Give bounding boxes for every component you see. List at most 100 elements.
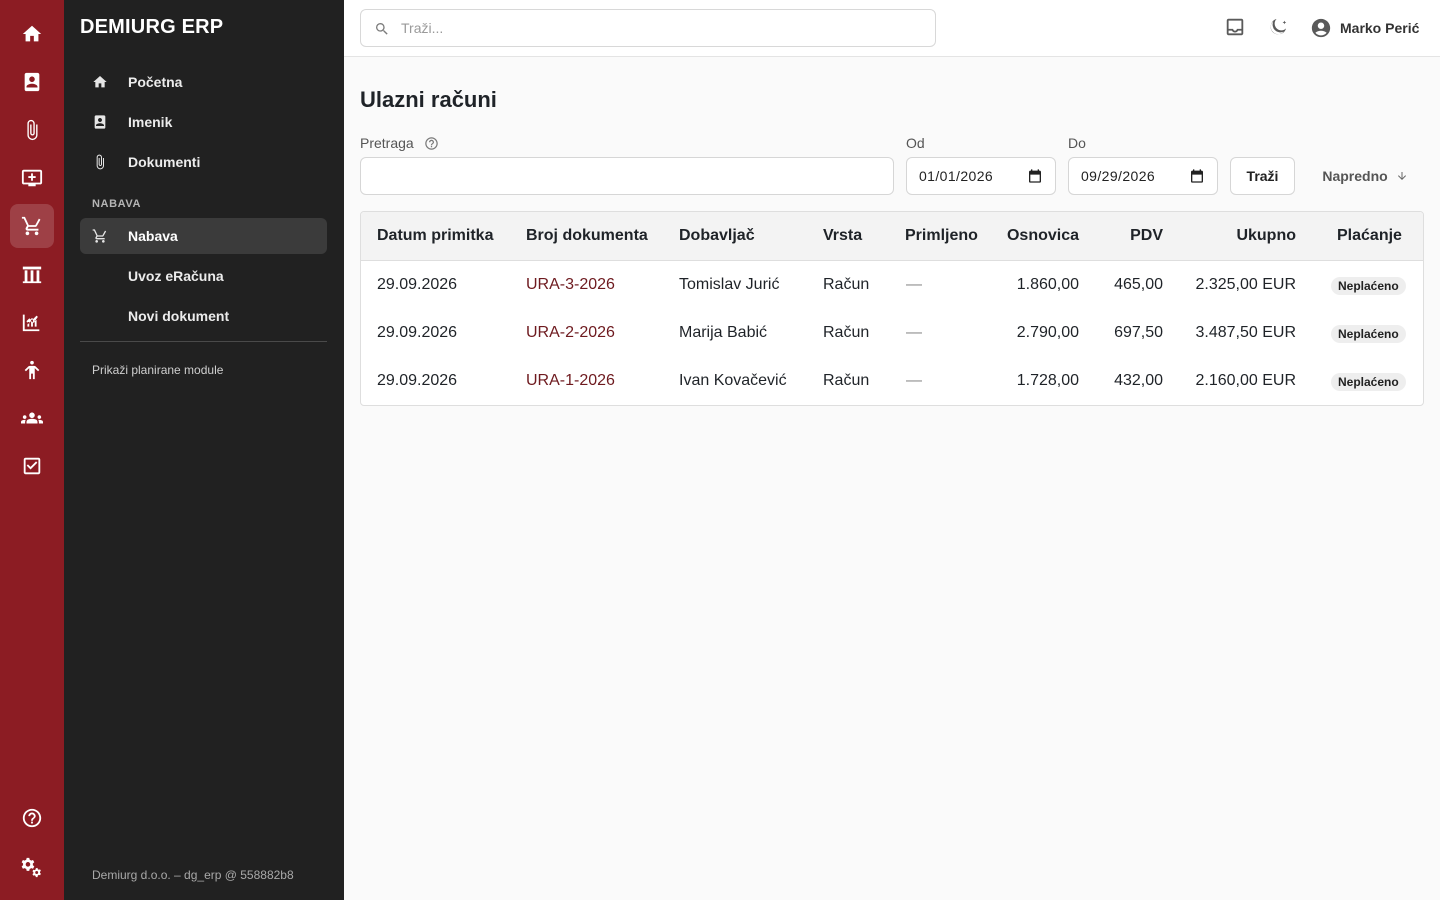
contacts-icon — [92, 114, 108, 130]
sidebar-item-label: Novi dokument — [128, 308, 230, 324]
table-row[interactable]: 29.09.2026 URA-3-2026 Tomislav Jurić Rač… — [361, 261, 1423, 309]
sidebar-item-pocetna[interactable]: Početna — [80, 64, 327, 100]
col-vrsta[interactable]: Vrsta — [823, 227, 862, 245]
sidebar-divider — [80, 341, 327, 342]
cell-type: Račun — [823, 276, 870, 293]
search-filter-field[interactable] — [360, 157, 894, 195]
search-button[interactable]: Traži — [1230, 157, 1295, 195]
col-primljeno[interactable]: Primljeno — [905, 227, 978, 245]
sidebar-item-label: Uvoz eRačuna — [128, 268, 224, 284]
rail-chart-icon[interactable] — [10, 300, 54, 344]
cell-vat: 697,50 — [1114, 324, 1163, 341]
rail-home-icon[interactable] — [10, 12, 54, 56]
cell-base: 2.790,00 — [1016, 324, 1079, 341]
calendar-icon[interactable] — [1027, 168, 1043, 184]
sidebar-item-uvoz-eracuna[interactable]: Uvoz eRačuna — [80, 258, 327, 294]
cell-supplier: Marija Babić — [679, 324, 768, 341]
table-row[interactable]: 29.09.2026 URA-1-2026 Ivan Kovačević Rač… — [361, 357, 1423, 405]
arrow-down-icon — [1397, 172, 1406, 180]
date-to-field[interactable]: 09/29/2026 — [1068, 157, 1218, 195]
global-search-input[interactable] — [401, 10, 921, 46]
sidebar-item-label: Nabava — [128, 228, 178, 244]
sidebar-item-novi-dokument[interactable]: Novi dokument — [80, 298, 327, 334]
cell-received: — — [906, 276, 922, 293]
rail-attachment-icon[interactable] — [10, 108, 54, 152]
rail-person-icon[interactable] — [10, 348, 54, 392]
sidebar-item-dokumenti[interactable]: Dokumenti — [80, 144, 327, 180]
col-osnovica[interactable]: Osnovica — [1007, 227, 1079, 245]
inbox-tray-icon[interactable] — [1224, 16, 1248, 40]
calendar-icon[interactable] — [1189, 168, 1205, 184]
col-datum-primitka[interactable]: Datum primitka — [377, 227, 493, 245]
cell-document-link[interactable]: URA-2-2026 — [526, 324, 615, 342]
status-badge: Neplaćeno — [1331, 277, 1406, 295]
attachment-icon — [92, 154, 108, 170]
table-header: Datum primitka Broj dokumenta Dobavljač … — [361, 212, 1423, 261]
search-filter-label: Pretraga — [360, 135, 439, 151]
cell-total: 3.487,50 EUR — [1195, 324, 1296, 341]
dark-mode-icon[interactable] — [1267, 16, 1291, 40]
date-from-field[interactable]: 01/01/2026 — [906, 157, 1056, 195]
brand-title: DEMIURG ERP — [80, 16, 224, 38]
help-circle-icon[interactable] — [424, 136, 439, 151]
date-from-value: 01/01/2026 — [919, 168, 994, 184]
cell-received: — — [906, 372, 922, 389]
status-badge: Neplaćeno — [1331, 373, 1406, 391]
sidebar: DEMIURG ERP Početna Imenik Dokumenti NAB… — [64, 0, 344, 900]
user-menu[interactable]: Marko Perić — [1310, 16, 1419, 40]
cell-base: 1.728,00 — [1016, 372, 1079, 389]
cell-supplier: Ivan Kovačević — [679, 372, 787, 389]
account-circle-icon — [1311, 18, 1331, 38]
show-planned-modules-link[interactable]: Prikaži planirane module — [92, 363, 223, 377]
status-badge: Neplaćeno — [1331, 325, 1406, 343]
global-search[interactable] — [360, 9, 936, 47]
rail-contacts-icon[interactable] — [10, 60, 54, 104]
advanced-button[interactable]: Napredno — [1315, 157, 1415, 195]
rail-cart-icon[interactable] — [10, 204, 54, 248]
date-to-value: 09/29/2026 — [1081, 168, 1156, 184]
date-to-label: Do — [1068, 135, 1086, 151]
col-dobavljac[interactable]: Dobavljač — [679, 227, 755, 245]
rail-settings-icon[interactable] — [10, 845, 54, 889]
rail-tasks-icon[interactable] — [10, 444, 54, 488]
cell-date: 29.09.2026 — [377, 324, 458, 341]
cell-vat: 432,00 — [1114, 372, 1163, 389]
col-broj-dokumenta[interactable]: Broj dokumenta — [526, 227, 648, 245]
home-icon — [92, 74, 108, 90]
cell-date: 29.09.2026 — [377, 372, 458, 389]
top-bar: Marko Perić — [344, 0, 1440, 57]
col-ukupno[interactable]: Ukupno — [1236, 227, 1296, 245]
col-pdv[interactable]: PDV — [1130, 227, 1163, 245]
rail-help-icon[interactable] — [10, 796, 54, 840]
cell-date: 29.09.2026 — [377, 276, 458, 293]
page-title: Ulazni računi — [360, 87, 497, 112]
sidebar-footer: Demiurg d.o.o. – dg_erp @ 558882b8 — [92, 868, 294, 882]
cart-icon — [92, 228, 108, 244]
rail-warehouse-icon[interactable] — [10, 252, 54, 296]
date-from-label: Od — [906, 135, 925, 151]
cell-base: 1.860,00 — [1016, 276, 1079, 293]
table-row[interactable]: 29.09.2026 URA-2-2026 Marija Babić Račun… — [361, 309, 1423, 357]
sidebar-item-label: Početna — [128, 74, 183, 90]
sidebar-item-imenik[interactable]: Imenik — [80, 104, 327, 140]
cell-type: Račun — [823, 324, 870, 341]
cell-received: — — [906, 324, 922, 341]
sidebar-section-title: NABAVA — [92, 198, 142, 210]
cell-supplier: Tomislav Jurić — [679, 276, 780, 293]
invoices-table: Datum primitka Broj dokumenta Dobavljač … — [360, 211, 1424, 406]
rail-inbox-icon[interactable] — [10, 156, 54, 200]
sidebar-item-nabava[interactable]: Nabava — [80, 218, 327, 254]
sidebar-item-label: Dokumenti — [128, 154, 201, 170]
icon-rail — [0, 0, 64, 900]
search-filter-input[interactable] — [361, 158, 893, 194]
sidebar-item-label: Imenik — [128, 114, 173, 130]
cell-vat: 465,00 — [1114, 276, 1163, 293]
rail-people-icon[interactable] — [10, 396, 54, 440]
col-placanje[interactable]: Plaćanje — [1337, 227, 1402, 245]
cell-document-link[interactable]: URA-3-2026 — [526, 276, 615, 294]
cell-total: 2.160,00 EUR — [1195, 372, 1296, 389]
cell-document-link[interactable]: URA-1-2026 — [526, 372, 615, 390]
user-name: Marko Perić — [1340, 20, 1420, 36]
search-icon — [376, 23, 388, 35]
cell-total: 2.325,00 EUR — [1195, 276, 1296, 293]
